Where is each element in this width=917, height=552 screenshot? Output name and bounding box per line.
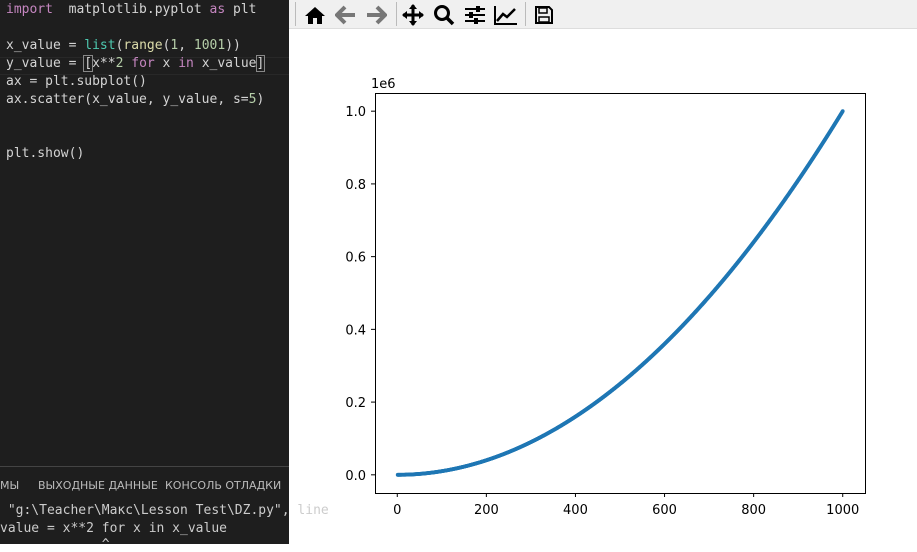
x-tick-label: 800 <box>741 503 766 518</box>
y-tick-label: 0.0 <box>345 469 366 484</box>
x-tick-label: 600 <box>652 503 677 518</box>
y-tick-label: 1.0 <box>345 105 366 120</box>
y-tick-label: 0.2 <box>345 396 366 411</box>
y-tick-label: 0.6 <box>345 251 366 266</box>
x-tick-label: 1000 <box>826 503 859 518</box>
x-tick-label: 0 <box>393 503 401 518</box>
y-tick-label: 0.8 <box>345 178 366 193</box>
scatter-point <box>840 109 845 114</box>
x-tick-label: 400 <box>563 503 588 518</box>
axes-frame <box>375 93 866 494</box>
scatter-plot: 0 200 400 600 800 1000 0.0 0.2 0.4 0.6 0.8 1.0 1e6 <box>345 77 866 518</box>
y-offset-label: 1e6 <box>371 77 396 92</box>
y-tick-label: 0.4 <box>345 323 366 338</box>
x-tick-label: 200 <box>474 503 499 518</box>
